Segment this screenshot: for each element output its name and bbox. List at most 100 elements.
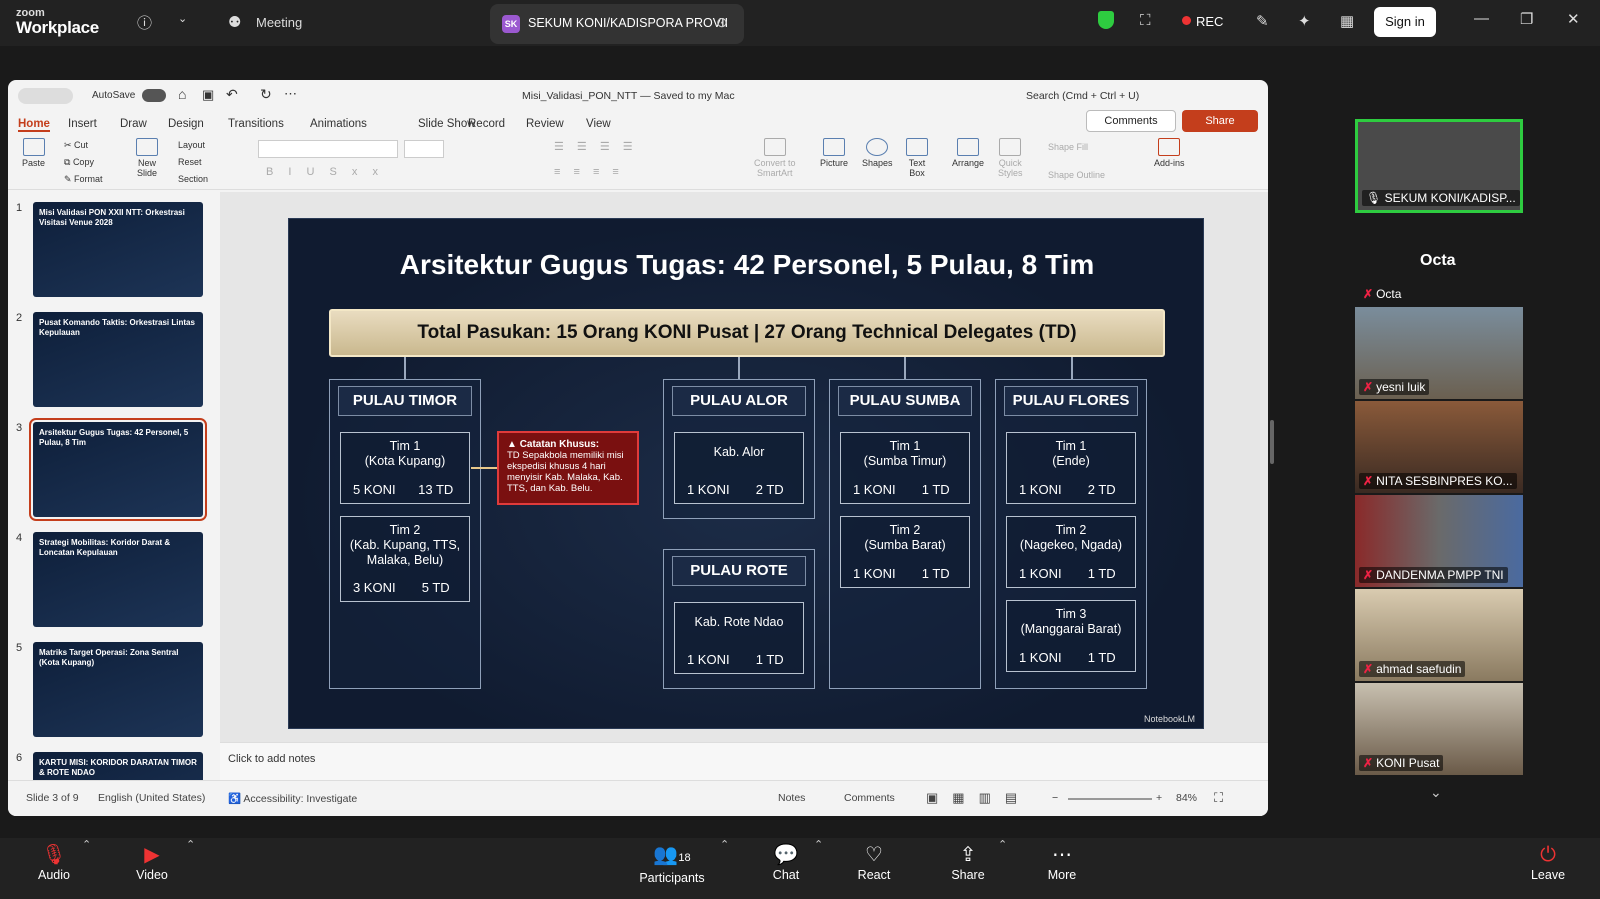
tab-draw[interactable]: Draw [120,118,147,130]
rec-label[interactable]: REC [1196,14,1223,29]
ai-sparkle-icon[interactable]: ✦ [1298,12,1311,30]
participant-tile-octa[interactable]: ✗ Octa [1355,284,1523,304]
cut-button[interactable]: ✂ Cut [64,140,88,151]
comments-toggle[interactable]: Comments [844,792,895,804]
quick-styles-button[interactable]: Quick Styles [998,138,1023,178]
video-options-icon[interactable]: ⌃ [186,838,195,851]
font-name-select[interactable] [258,140,398,158]
tab-record[interactable]: Record [468,118,505,130]
shapes-button[interactable]: Shapes [862,138,893,168]
column-alor: PULAU ALOR Kab. Alor 1 KONI 2 TD [663,379,815,519]
font-size-select[interactable] [404,140,444,158]
home-icon[interactable]: ⌂ [178,86,186,102]
participant-tile[interactable]: ✗ yesni luik [1355,307,1523,399]
more-icon[interactable]: ⊙ [716,14,728,31]
zoom-out-icon[interactable]: − [1052,792,1058,804]
reset-button[interactable]: Reset [178,157,202,167]
video-button[interactable]: ▶ Video [112,842,192,882]
tab-animations[interactable]: Animations [310,118,367,130]
info-icon[interactable]: ⓘ [137,12,152,33]
annotate-icon[interactable]: ✎ [1256,12,1269,30]
zoom-slider[interactable] [1068,798,1152,800]
audio-options-icon[interactable]: ⌃ [82,838,91,851]
shield-icon[interactable] [1098,11,1114,29]
more-options-icon[interactable]: ⋯ [284,86,297,102]
minimize-icon[interactable]: — [1474,10,1489,27]
slide-thumbnail-selected[interactable]: Arsitektur Gugus Tugas: 42 Personel, 5 P… [29,418,207,521]
textbox-icon [906,138,928,156]
new-slide-button[interactable]: New Slide [136,138,158,178]
search-box[interactable]: Search (Cmd + Ctrl + U) [1026,90,1139,102]
comments-label: Comments [1104,115,1158,127]
tab-review[interactable]: Review [526,118,564,130]
participant-tile[interactable]: ✗ KONI Pusat [1355,683,1523,775]
chat-options-icon[interactable]: ⌃ [814,838,823,851]
convert-smartart-button[interactable]: Convert to SmartArt [754,138,796,178]
slide-thumbnail[interactable]: KARTU MISI: KORIDOR DARATAN TIMOR & ROTE… [33,752,203,780]
koni-count: 1 KONI [1018,482,1062,497]
fit-to-window-icon[interactable]: ⛶ [1214,790,1223,806]
font-format-icons[interactable]: B I U S x x [266,166,384,178]
copy-button[interactable]: ⧉ Copy [64,157,94,168]
participant-tile[interactable]: ✗ DANDENMA PMPP TNI [1355,495,1523,587]
notes-toggle[interactable]: Notes [778,792,805,804]
share-screen-button[interactable]: ⇪ Share [928,842,1008,882]
notes-pane[interactable]: Click to add notes [220,742,1268,780]
chevron-down-icon[interactable]: ⌄ [178,12,187,25]
language[interactable]: English (United States) [98,792,205,804]
layout-button[interactable]: Layout [178,140,205,150]
zoom-level[interactable]: 84% [1176,792,1197,804]
share-button[interactable]: Share [1182,110,1258,132]
slide-thumbnail[interactable]: Matriks Target Operasi: Zona Sentral (Ko… [33,642,203,737]
align-icons[interactable]: ≡ ≡ ≡ ≡ [554,166,624,178]
format-painter-button[interactable]: ✎ Format [64,174,103,185]
tab-view[interactable]: View [586,118,611,130]
active-speaker-video[interactable]: 🎙 SEKUM KONI/KADISP... [1355,119,1523,213]
share-options-icon[interactable]: ⌃ [998,838,1007,851]
react-button[interactable]: ♡ React [834,842,914,882]
meeting-tab[interactable]: SK SEKUM KONI/KADISPORA PROVII ⊙ [490,4,744,44]
section-button[interactable]: Section [178,174,208,184]
paragraph-icons[interactable]: ☰ ☰ ☰ ☰ [554,140,638,153]
view-icons[interactable]: ▣▦▥▤ [926,790,1031,806]
save-icon[interactable]: ▣ [202,87,214,103]
paste-button[interactable]: Paste [22,138,45,168]
sign-in-button[interactable]: Sign in [1374,7,1436,37]
tab-home[interactable]: Home [18,118,50,132]
panel-resize-handle[interactable] [1270,420,1274,464]
text-box-button[interactable]: Text Box [906,138,928,178]
participants-options-icon[interactable]: ⌃ [720,838,729,851]
sidebar-toggle[interactable] [18,88,73,104]
scroll-down-icon[interactable]: ⌄ [1430,784,1442,801]
comments-button[interactable]: Comments [1086,110,1176,132]
close-icon[interactable]: ✕ [1567,10,1580,28]
shape-fill-button[interactable]: Shape Fill [1048,142,1088,152]
arrange-button[interactable]: Arrange [952,138,984,168]
participant-tile[interactable]: ✗ NITA SESBINPRES KO... [1355,401,1523,493]
tab-insert[interactable]: Insert [68,118,97,130]
restore-icon[interactable]: ❐ [1520,10,1533,28]
meeting-label[interactable]: Meeting [256,15,302,30]
redo-icon[interactable]: ↻ [260,86,272,103]
more-button[interactable]: ⋯ More [1022,842,1102,882]
leave-button[interactable]: ⏻ Leave [1508,842,1588,882]
slide-thumbnail[interactable]: Strategi Mobilitas: Koridor Darat & Lonc… [33,532,203,627]
tab-slide-show[interactable]: Slide Show [418,118,476,130]
file-title[interactable]: Misi_Validasi_PON_NTT — Saved to my Mac [522,90,735,102]
participant-tile[interactable]: ✗ ahmad saefudin [1355,589,1523,681]
layout-icon[interactable]: ▦ [1340,12,1354,30]
tab-transitions[interactable]: Transitions [228,118,284,130]
participants-button[interactable]: 👥18 Participants [630,842,714,885]
slide-thumbnail[interactable]: Pusat Komando Taktis: Orkestrasi Lintas … [33,312,203,407]
zoom-in-icon[interactable]: + [1156,792,1162,804]
focus-icon[interactable]: ⛶ [1140,12,1151,29]
slide-canvas[interactable]: Arsitektur Gugus Tugas: 42 Personel, 5 P… [288,218,1204,729]
undo-icon[interactable]: ↶ [226,86,238,103]
accessibility-status[interactable]: ♿ Accessibility: Investigate [228,792,357,805]
add-ins-button[interactable]: Add-ins [1154,138,1185,168]
picture-button[interactable]: Picture [820,138,848,168]
autosave-toggle[interactable] [142,89,166,102]
tab-design[interactable]: Design [168,118,204,130]
shape-outline-button[interactable]: Shape Outline [1048,170,1105,180]
slide-thumbnail[interactable]: Misi Validasi PON XXII NTT: Orkestrasi V… [33,202,203,297]
